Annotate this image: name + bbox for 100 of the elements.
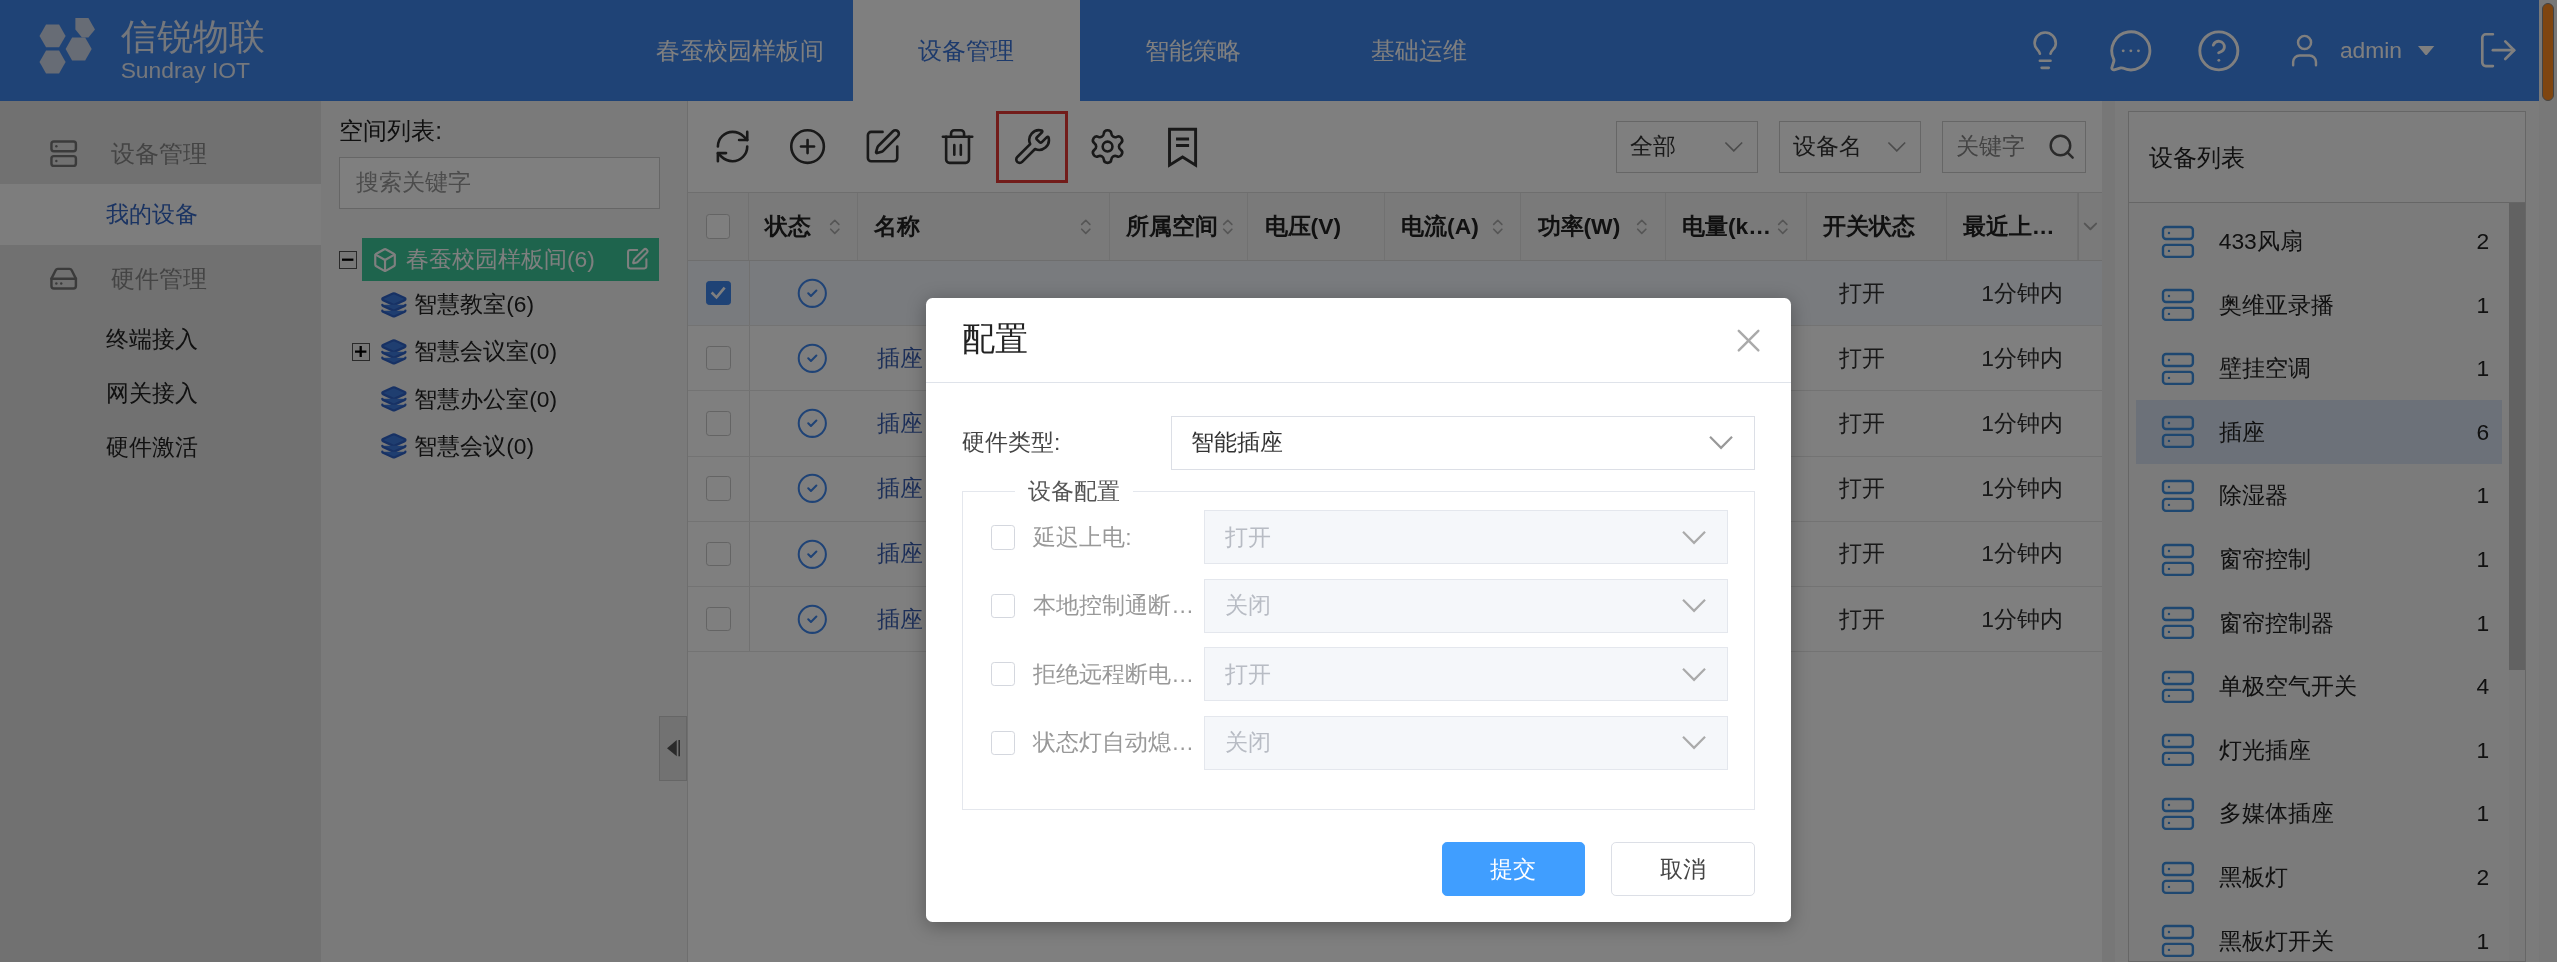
server-icon <box>2160 732 2196 769</box>
server-icon <box>2160 223 2196 260</box>
table-cell-text: 1分钟内 <box>1981 539 2063 569</box>
table-cell-text: 1分钟内 <box>1981 408 2063 438</box>
device-list-item[interactable]: 窗帘控制器 1 <box>2135 591 2503 655</box>
device-list-item[interactable]: 多媒体插座 1 <box>2135 782 2503 846</box>
caret-icon <box>2418 45 2435 56</box>
status-icon <box>795 537 829 571</box>
filter-select[interactable]: 全部 <box>1616 120 1758 173</box>
server-icon <box>2160 923 2196 959</box>
column-header[interactable]: 名称 <box>858 193 1110 260</box>
row-checkbox[interactable] <box>706 541 731 567</box>
server-icon <box>2160 350 2196 387</box>
keyword-field[interactable]: 关键字 <box>1942 120 2086 173</box>
option-label: 状态灯自动熄… <box>1033 728 1196 758</box>
chevron-icon <box>1724 141 1744 153</box>
plus-icon <box>355 346 367 358</box>
collapse-toggle[interactable] <box>339 250 358 269</box>
device-list-item[interactable]: 奥维亚录播 1 <box>2135 273 2503 337</box>
server-icon <box>2160 859 2196 896</box>
column-header[interactable]: 电量(k… <box>1665 193 1807 260</box>
tree-node[interactable]: 智慧会议室(0) <box>376 336 561 368</box>
edit-icon[interactable] <box>625 247 650 272</box>
status-icon <box>795 472 829 505</box>
scrollbar[interactable] <box>2539 0 2557 962</box>
group-legend: 设备配置 <box>1015 476 1134 508</box>
table-cell-text: 打开 <box>1839 278 1886 308</box>
submit-button[interactable]: 提交 <box>1441 842 1586 897</box>
column-header[interactable]: 状态 <box>748 193 859 260</box>
column-header[interactable]: 开关状态 <box>1806 193 1947 260</box>
row-checkbox[interactable] <box>706 411 731 436</box>
user-name[interactable]: admin <box>2339 37 2403 65</box>
status-icon <box>795 407 829 440</box>
device-list-item[interactable]: 黑板灯开关 1 <box>2135 909 2503 962</box>
device-name-link[interactable]: 插座 <box>877 342 924 374</box>
column-header[interactable]: 电压(V) <box>1248 193 1385 260</box>
chevron-icon <box>1680 529 1707 545</box>
server-icon <box>2160 605 2196 641</box>
device-name-link[interactable]: 插座 <box>877 473 924 505</box>
row-checkbox[interactable] <box>706 606 731 632</box>
column-header[interactable]: 功率(W) <box>1521 193 1666 260</box>
nav-tab[interactable]: 设备管理 <box>852 0 1080 102</box>
device-list-item[interactable]: 单极空气开关 4 <box>2135 654 2503 719</box>
server-icon <box>2160 287 2196 324</box>
layers-icon <box>379 432 408 461</box>
logo-name: 信锐物联 <box>120 18 265 58</box>
device-list-item[interactable]: 433风扇 2 <box>2135 209 2503 274</box>
field-label: 硬件类型: <box>962 428 1062 458</box>
option-label: 拒绝远程断电… <box>1033 659 1196 689</box>
filter-select[interactable]: 设备名 <box>1779 120 1922 173</box>
status-icon <box>795 341 829 375</box>
toolbar-button[interactable] <box>996 110 1068 183</box>
table-cell-text: 1分钟内 <box>1981 278 2063 308</box>
collapse-handle[interactable] <box>659 715 688 782</box>
table-cell-text: 打开 <box>1839 343 1886 373</box>
column-header[interactable]: 最近上… <box>1946 193 2079 260</box>
device-list-item[interactable]: 插座 6 <box>2135 400 2503 465</box>
row-checkbox[interactable] <box>706 280 731 306</box>
chevron-icon <box>1680 735 1707 751</box>
cancel-button[interactable]: 取消 <box>1611 842 1755 897</box>
expand-toggle[interactable] <box>352 342 371 361</box>
device-list-item[interactable]: 灯光插座 1 <box>2135 718 2503 783</box>
table-cell-text: 1分钟内 <box>1981 343 2063 373</box>
tree-node[interactable]: 智慧会议(0) <box>376 430 538 462</box>
column-header[interactable]: 电流(A) <box>1384 193 1522 260</box>
server-icon <box>2160 414 2196 451</box>
row-checkbox[interactable] <box>706 476 731 501</box>
device-name-link[interactable]: 插座 <box>877 538 924 570</box>
device-name-link[interactable]: 插座 <box>877 407 924 439</box>
chevron-icon <box>1680 666 1707 682</box>
status-icon <box>795 276 829 310</box>
option-label: 本地控制通断… <box>1033 591 1196 621</box>
table-cell-text: 打开 <box>1839 474 1886 504</box>
device-list-item[interactable]: 窗帘控制 1 <box>2135 527 2503 592</box>
chevron-icon <box>1708 435 1735 451</box>
device-list-item[interactable]: 除湿器 1 <box>2135 464 2503 528</box>
chevron-icon <box>1680 598 1707 614</box>
layers-icon <box>379 385 408 413</box>
table-cell-text: 1分钟内 <box>1981 604 2063 634</box>
cube-icon <box>371 246 398 273</box>
sidebar-item[interactable]: 我的设备 <box>0 184 322 245</box>
collapse-icon <box>666 740 680 757</box>
status-icon <box>795 602 829 636</box>
column-header[interactable]: 所属空间 <box>1109 193 1249 260</box>
tree-node[interactable]: 智慧办公室(0) <box>376 383 561 415</box>
logo-subtitle: Sundray IOT <box>120 57 251 83</box>
row-checkbox[interactable] <box>706 346 731 371</box>
option-label: 延迟上电: <box>1033 522 1133 552</box>
layers-icon <box>379 290 408 319</box>
device-list-item[interactable]: 黑板灯 2 <box>2135 845 2503 910</box>
wrench-icon <box>1012 127 1052 167</box>
device-list-item[interactable]: 壁挂空调 1 <box>2135 336 2503 401</box>
select-all-checkbox[interactable] <box>705 214 731 239</box>
device-name-link[interactable]: 插座 <box>877 603 924 635</box>
check-icon <box>710 286 727 300</box>
hardware-type-select[interactable]: 智能插座 <box>1170 415 1755 470</box>
search-icon[interactable] <box>2046 132 2076 162</box>
server-icon <box>48 138 79 168</box>
tree-node[interactable]: 智慧教室(6) <box>376 288 538 320</box>
table-cell-text: 1分钟内 <box>1981 474 2063 504</box>
